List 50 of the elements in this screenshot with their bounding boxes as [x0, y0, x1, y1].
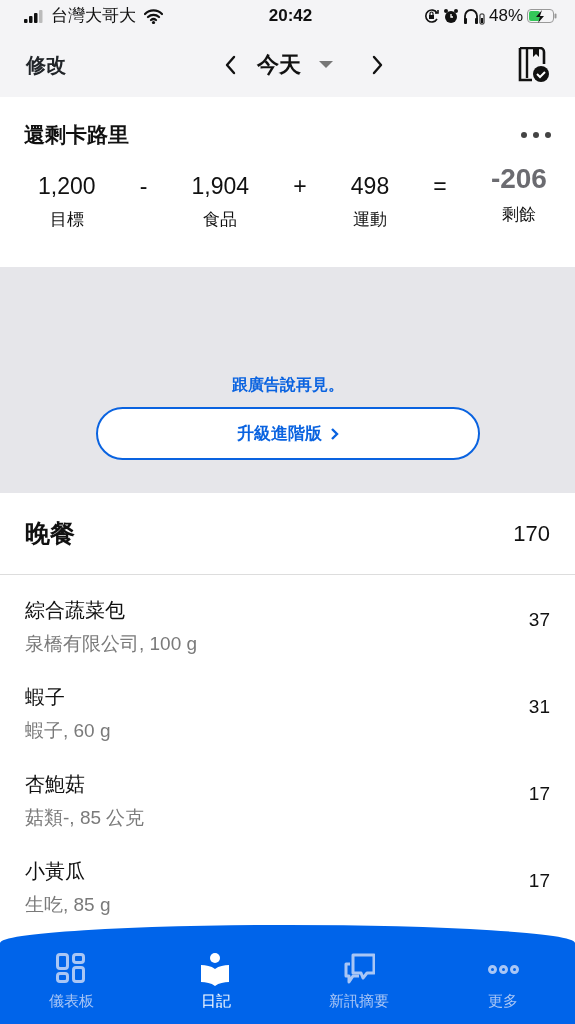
calorie-value: 498: [350, 171, 390, 201]
reader-icon: [200, 953, 232, 986]
carrier-name: 台灣大哥大: [51, 5, 136, 28]
more-icon[interactable]: [521, 131, 551, 138]
food-calories: 17: [528, 869, 550, 894]
remaining-value: -206: [490, 164, 547, 193]
edit-button[interactable]: 修改: [26, 49, 66, 80]
battery-percent: 48%: [488, 5, 523, 28]
dropdown-icon: [319, 61, 333, 68]
more-icon: [487, 965, 519, 974]
food-detail: 菇類-, 85 公克: [25, 805, 145, 830]
chat-bubbles-icon: [343, 953, 375, 986]
food-calories: 37: [528, 608, 550, 633]
wifi-icon: [144, 8, 163, 24]
food-calories: 17: [528, 782, 550, 807]
calorie-value: 1,200: [38, 171, 96, 201]
headphones-icon: [462, 7, 485, 25]
back-icon[interactable]: [224, 54, 237, 75]
food-calories: 31: [528, 695, 550, 720]
upgrade-button[interactable]: 升級進階版: [95, 407, 480, 460]
food-detail: 蝦子, 60 g: [25, 718, 111, 743]
food-name[interactable]: 蝦子: [25, 681, 111, 712]
alarm-icon: [442, 8, 459, 24]
chevron-icon: [329, 427, 339, 440]
operator-sign: +: [293, 171, 307, 201]
food-name[interactable]: 杏鮑菇: [25, 768, 145, 799]
operator-sign: -: [139, 171, 148, 201]
forward-icon[interactable]: [371, 54, 384, 75]
meal-calories: 170: [513, 520, 550, 548]
food-detail: 生吃, 85 g: [25, 892, 111, 917]
rotation-lock-icon: [423, 8, 439, 24]
tab[interactable]: 日記: [143, 925, 288, 1024]
clock-time: 20:42: [267, 5, 314, 28]
calorie-value: 1,904: [191, 171, 250, 201]
card-title: 還剩卡路里: [24, 122, 129, 148]
ad-message: 跟廣告說再見。: [231, 375, 344, 395]
food-name[interactable]: 綜合蔬菜包: [25, 594, 198, 625]
grid-icon: [56, 953, 88, 986]
operator-sign: =: [433, 171, 447, 201]
food-detail: 泉橋有限公司, 100 g: [25, 631, 198, 656]
checked-book-icon[interactable]: [518, 47, 549, 82]
battery-icon: [527, 9, 557, 23]
value-label: 目標: [49, 209, 84, 231]
value-label: 食品: [203, 209, 238, 231]
date-label[interactable]: 今天: [257, 48, 301, 81]
value-label: 運動: [353, 209, 387, 231]
value-label: 剩餘: [501, 203, 536, 226]
food-name[interactable]: 小黃瓜: [25, 855, 111, 886]
signal-icon: [24, 9, 43, 23]
meal-title: 晚餐: [25, 517, 75, 549]
